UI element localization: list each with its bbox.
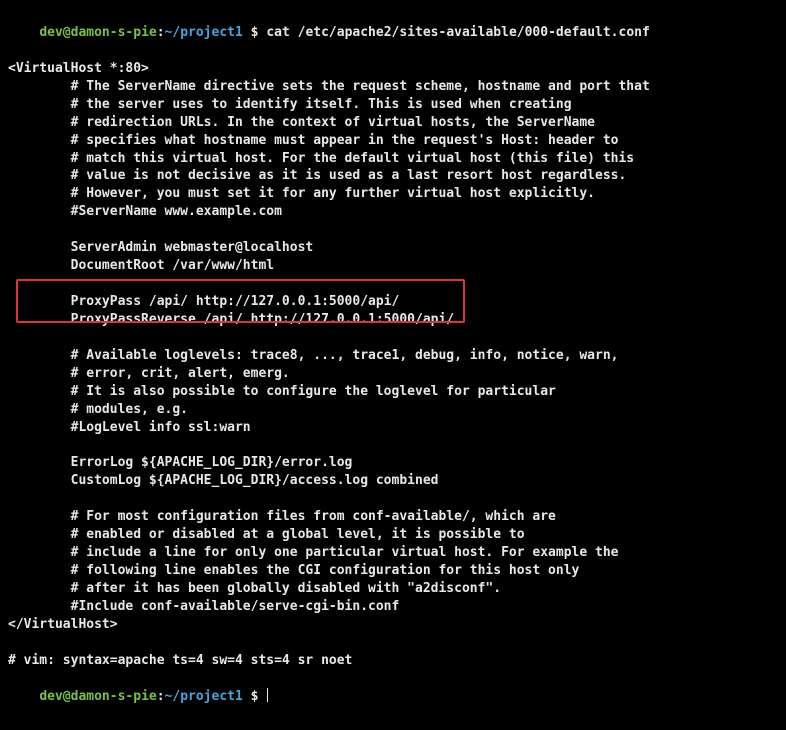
- output-line: ServerAdmin webmaster@localhost: [8, 239, 778, 257]
- output-line: # specifies what hostname must appear in…: [8, 132, 778, 150]
- output-line: # after it has been globally disabled wi…: [8, 580, 778, 598]
- cursor-icon: [267, 688, 268, 702]
- prompt-at: @: [63, 689, 71, 704]
- output-line: # It is also possible to configure the l…: [8, 383, 778, 401]
- output-line: # vim: syntax=apache ts=4 sw=4 sts=4 sr …: [8, 652, 778, 670]
- output-line: [8, 634, 778, 652]
- output-line: [8, 329, 778, 347]
- terminal-viewport[interactable]: dev@damon-s-pie:~/project1 $ cat /etc/ap…: [8, 6, 778, 724]
- output-line: ErrorLog ${APACHE_LOG_DIR}/error.log: [8, 454, 778, 472]
- output-line: DocumentRoot /var/www/html: [8, 257, 778, 275]
- output-line: [8, 490, 778, 508]
- prompt-host: damon-s-pie: [71, 689, 157, 704]
- output-line: <VirtualHost *:80>: [8, 60, 778, 78]
- output-line: ProxyPassReverse /api/ http://127.0.0.1:…: [8, 311, 778, 329]
- output-line: </VirtualHost>: [8, 616, 778, 634]
- output-line: # following line enables the CGI configu…: [8, 562, 778, 580]
- output-line: CustomLog ${APACHE_LOG_DIR}/access.log c…: [8, 472, 778, 490]
- prompt-path: ~/project1: [165, 25, 243, 40]
- output-line: # Available loglevels: trace8, ..., trac…: [8, 347, 778, 365]
- output-line: # error, crit, alert, emerg.: [8, 365, 778, 383]
- prompt-host: damon-s-pie: [71, 25, 157, 40]
- output-line: ProxyPass /api/ http://127.0.0.1:5000/ap…: [8, 293, 778, 311]
- command-text: cat /etc/apache2/sites-available/000-def…: [266, 25, 650, 40]
- output-line: # the server uses to identify itself. Th…: [8, 96, 778, 114]
- output-line: #LogLevel info ssl:warn: [8, 419, 778, 437]
- output-line: [8, 221, 778, 239]
- prompt-at: @: [63, 25, 71, 40]
- prompt-path: ~/project1: [165, 689, 243, 704]
- output-line: # value is not decisive as it is used as…: [8, 167, 778, 185]
- prompt-line-1: dev@damon-s-pie:~/project1 $ cat /etc/ap…: [8, 6, 778, 60]
- prompt-user: dev: [39, 25, 62, 40]
- output-line: # redirection URLs. In the context of vi…: [8, 114, 778, 132]
- output-line: # match this virtual host. For the defau…: [8, 150, 778, 168]
- output-line: #ServerName www.example.com: [8, 203, 778, 221]
- output-line: #Include conf-available/serve-cgi-bin.co…: [8, 598, 778, 616]
- prompt-user: dev: [39, 689, 62, 704]
- prompt-line-2[interactable]: dev@damon-s-pie:~/project1 $: [8, 670, 778, 724]
- output-line: # include a line for only one particular…: [8, 544, 778, 562]
- output-line: # However, you must set it for any furth…: [8, 185, 778, 203]
- prompt-colon: :: [157, 25, 165, 40]
- prompt-dollar: $: [243, 25, 266, 40]
- output-line: # modules, e.g.: [8, 401, 778, 419]
- output-line: # enabled or disabled at a global level,…: [8, 526, 778, 544]
- output-line: [8, 275, 778, 293]
- output-line: [8, 437, 778, 455]
- output-line: # The ServerName directive sets the requ…: [8, 78, 778, 96]
- prompt-dollar: $: [243, 689, 266, 704]
- file-output: <VirtualHost *:80> # The ServerName dire…: [8, 60, 778, 670]
- output-line: # For most configuration files from conf…: [8, 508, 778, 526]
- prompt-colon: :: [157, 689, 165, 704]
